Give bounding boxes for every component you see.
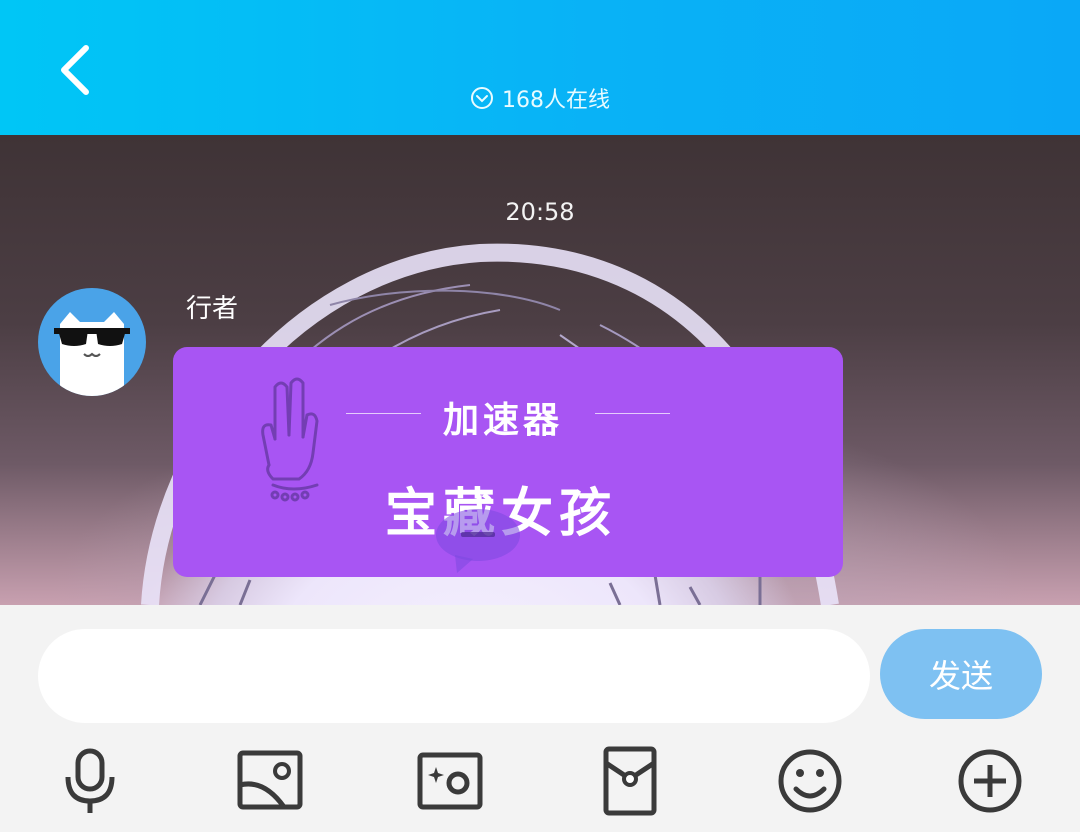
card-title: 加速器 — [443, 399, 564, 441]
input-panel: 发送 — [0, 605, 1080, 832]
plus-circle-icon — [958, 749, 1022, 813]
message-timestamp: 20:58 — [505, 198, 575, 226]
title-divider-right — [595, 413, 670, 414]
more-button[interactable] — [954, 745, 1026, 817]
red-envelope-button[interactable] — [594, 745, 666, 817]
circle-chevron-down-icon — [471, 87, 493, 109]
online-count-text: 168人在线 — [502, 88, 610, 113]
emoji-button[interactable] — [774, 745, 846, 817]
online-count[interactable]: 168人在线 — [0, 82, 1080, 114]
emoji-icon — [778, 749, 842, 813]
chat-bubble-icon — [436, 509, 520, 573]
microphone-icon — [65, 748, 115, 813]
cat-sunglasses-avatar-icon — [54, 312, 130, 396]
title-divider-left — [346, 413, 421, 414]
image-button[interactable] — [234, 745, 306, 817]
message-card[interactable]: 加速器 宝藏女孩 — [173, 347, 843, 577]
camera-icon — [417, 752, 483, 810]
camera-button[interactable] — [414, 745, 486, 817]
sender-name: 行者 — [186, 294, 239, 324]
sender-avatar[interactable] — [38, 288, 146, 396]
red-envelope-icon — [603, 746, 657, 816]
image-icon — [237, 750, 303, 810]
chat-header: 168人在线 — [0, 0, 1080, 135]
message-input[interactable] — [38, 629, 870, 723]
hand-gesture-icon — [261, 377, 319, 502]
send-button[interactable]: 发送 — [880, 629, 1042, 719]
voice-button[interactable] — [54, 745, 126, 817]
